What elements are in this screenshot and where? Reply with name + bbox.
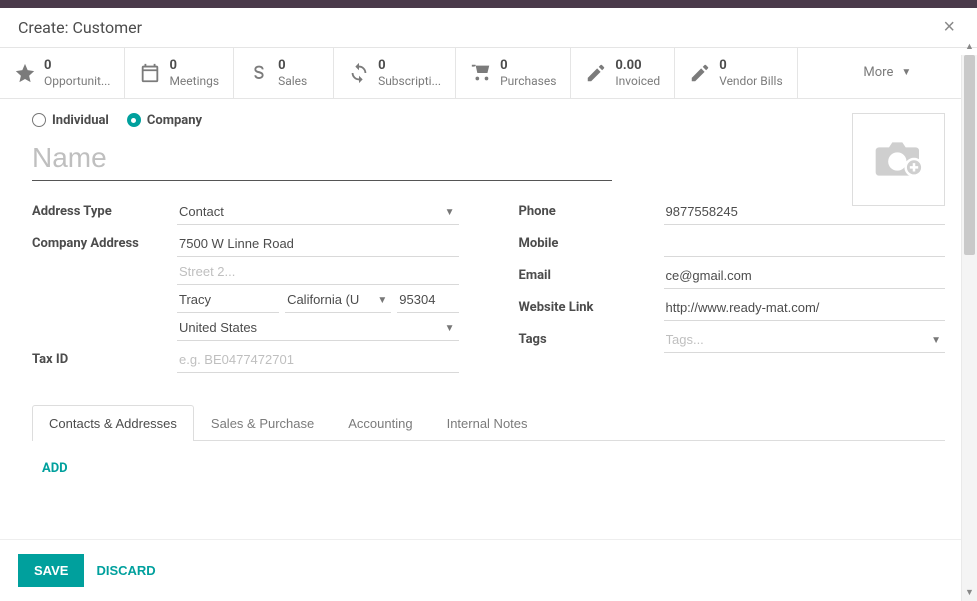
scroll-up-icon: ▲ xyxy=(962,39,977,55)
address-type-select[interactable] xyxy=(177,199,459,225)
scroll-down-icon: ▼ xyxy=(962,585,977,601)
street2-input[interactable] xyxy=(177,259,459,285)
stat-value: 0 xyxy=(169,58,219,74)
chevron-down-icon: ▼ xyxy=(901,67,911,78)
star-icon xyxy=(14,62,36,84)
radio-label: Individual xyxy=(52,113,109,128)
name-input[interactable] xyxy=(32,134,612,181)
more-button[interactable]: More ▼ xyxy=(798,48,977,98)
stat-label: Purchases xyxy=(500,74,556,88)
save-button[interactable]: SAVE xyxy=(18,554,84,587)
email-label: Email xyxy=(519,263,664,283)
tags-label: Tags xyxy=(519,327,664,347)
tab-internal-notes[interactable]: Internal Notes xyxy=(430,405,545,441)
mobile-label: Mobile xyxy=(519,231,664,251)
stat-value: 0 xyxy=(719,58,782,74)
street1-input[interactable] xyxy=(177,231,459,257)
stat-value: 0.00 xyxy=(615,58,660,74)
tags-input[interactable] xyxy=(664,327,946,353)
radio-label: Company xyxy=(147,113,202,128)
radio-company[interactable]: Company xyxy=(127,113,202,128)
refresh-icon xyxy=(348,62,370,84)
close-button[interactable]: × xyxy=(939,16,959,39)
discard-button[interactable]: DISCARD xyxy=(96,563,155,578)
scrollbar[interactable]: ▲ ▼ xyxy=(961,55,977,601)
camera-plus-icon xyxy=(871,139,927,179)
stat-value: 0 xyxy=(44,58,110,74)
stat-label: Meetings xyxy=(169,74,219,88)
stat-vendor-bills[interactable]: 0Vendor Bills xyxy=(675,48,797,98)
add-contact-button[interactable]: ADD xyxy=(42,461,68,476)
radio-icon xyxy=(127,113,141,127)
tab-contacts-addresses[interactable]: Contacts & Addresses xyxy=(32,405,194,441)
modal-title: Create: Customer xyxy=(18,18,142,37)
tax-id-label: Tax ID xyxy=(32,347,177,367)
tax-id-input[interactable] xyxy=(177,347,459,373)
stat-label: Subscripti... xyxy=(378,74,441,88)
email-input[interactable] xyxy=(664,263,946,289)
stat-purchases[interactable]: 0Purchases xyxy=(456,48,571,98)
tab-accounting[interactable]: Accounting xyxy=(331,405,429,441)
pencil-square-icon xyxy=(585,62,607,84)
stats-row: 0Opportunit... 0Meetings 0Sales 0Subscri… xyxy=(0,48,977,99)
calendar-icon xyxy=(139,62,161,84)
stat-value: 0 xyxy=(278,58,307,74)
address-type-label: Address Type xyxy=(32,199,177,219)
stat-label: Invoiced xyxy=(615,74,660,88)
website-input[interactable] xyxy=(664,295,946,321)
tabs: Contacts & Addresses Sales & Purchase Ac… xyxy=(32,405,945,441)
stat-label: Opportunit... xyxy=(44,74,110,88)
stat-invoiced[interactable]: 0.00Invoiced xyxy=(571,48,675,98)
stat-label: Sales xyxy=(278,74,307,88)
stat-meetings[interactable]: 0Meetings xyxy=(125,48,234,98)
scroll-thumb[interactable] xyxy=(964,55,975,255)
dollar-icon xyxy=(248,62,270,84)
stat-label: Vendor Bills xyxy=(719,74,782,88)
mobile-input[interactable] xyxy=(664,231,946,257)
country-select[interactable] xyxy=(177,315,459,341)
stat-sales[interactable]: 0Sales xyxy=(234,48,334,98)
stat-value: 0 xyxy=(378,58,441,74)
radio-individual[interactable]: Individual xyxy=(32,113,109,128)
phone-label: Phone xyxy=(519,199,664,219)
state-select[interactable] xyxy=(285,287,391,313)
website-label: Website Link xyxy=(519,295,664,315)
company-address-label: Company Address xyxy=(32,231,177,251)
zip-input[interactable] xyxy=(397,287,458,313)
radio-icon xyxy=(32,113,46,127)
tab-sales-purchase[interactable]: Sales & Purchase xyxy=(194,405,331,441)
stat-opportunities[interactable]: 0Opportunit... xyxy=(0,48,125,98)
city-input[interactable] xyxy=(177,287,279,313)
stat-value: 0 xyxy=(500,58,556,74)
stat-subscriptions[interactable]: 0Subscripti... xyxy=(334,48,456,98)
image-upload[interactable] xyxy=(852,113,945,206)
cart-icon xyxy=(470,62,492,84)
pencil-square-icon xyxy=(689,62,711,84)
more-label: More xyxy=(863,65,893,80)
